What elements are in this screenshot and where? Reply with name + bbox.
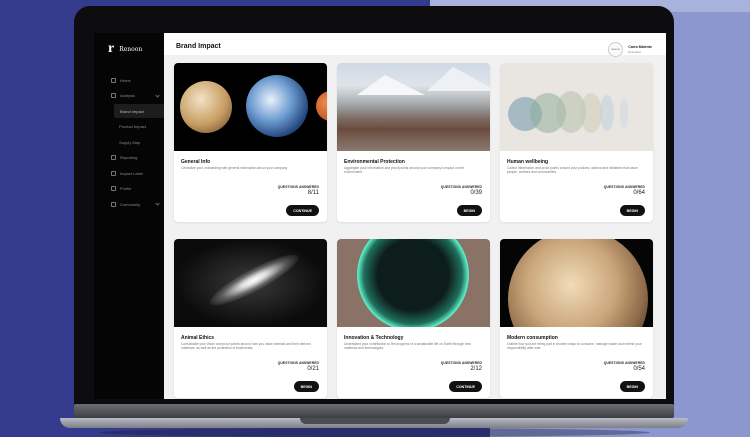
reporting-icon (111, 155, 116, 160)
community-icon (111, 201, 116, 207)
questions-count: 0/21 (307, 366, 319, 372)
card-title: Modern consumption (507, 335, 558, 341)
user-menu[interactable]: RENOON Carra Malente Executive (608, 42, 652, 57)
card-image-glowing-sphere (337, 239, 490, 327)
sidebar-item-label: Product Impact (119, 124, 146, 129)
card-description: Collect information and proof points aro… (507, 166, 638, 175)
card-image-mountains (337, 63, 490, 151)
continue-button[interactable]: CONTINUE (449, 381, 482, 392)
profile-icon (111, 186, 116, 191)
card-description: Aggregate your information and proof poi… (344, 166, 465, 175)
sidebar-item-label: Brand Impact (120, 108, 144, 114)
sidebar-item-supply-map[interactable]: Supply Map (94, 135, 164, 149)
sidebar: r Renoon Home Analysis Brand Impact Prod… (94, 33, 164, 399)
card-animal-ethics[interactable]: Animal Ethics Consolidate your vision an… (174, 239, 327, 398)
card-title: Innovation & Technology (344, 335, 404, 341)
card-description: Outline how you are being part in modern… (507, 342, 642, 351)
begin-button[interactable]: BEGIN (619, 381, 645, 392)
questions-label: QUESTIONS ANSWERED (277, 185, 319, 189)
card-modern-consumption[interactable]: Modern consumption Outline how you are b… (500, 239, 653, 398)
card-title: Human wellbeing (507, 159, 549, 165)
card-environmental-protection[interactable]: Environmental Protection Aggregate your … (337, 63, 490, 222)
begin-button[interactable]: BEGIN (293, 381, 319, 392)
circle-shape (600, 95, 614, 131)
base-hinge (74, 404, 674, 418)
card-title: Animal Ethics (181, 335, 215, 341)
home-icon (111, 77, 116, 83)
glowing-sphere (357, 239, 469, 327)
card-innovation-technology[interactable]: Innovation & Technology Understand your … (337, 239, 490, 398)
card-image-venus (500, 239, 653, 327)
questions-label: QUESTIONS ANSWERED (603, 185, 645, 189)
sidebar-item-impact-label[interactable]: Impact Label (94, 166, 164, 180)
sidebar-item-label: Community (120, 201, 141, 207)
card-description: Centralize your onboarding with general … (181, 166, 288, 170)
logo-text: Renoon (119, 45, 143, 53)
questions-count: 0/54 (633, 366, 645, 372)
questions-count: 0/64 (633, 190, 645, 196)
sidebar-item-profile[interactable]: Profile (94, 182, 164, 196)
sidebar-item-product-impact[interactable]: Product Impact (94, 120, 164, 134)
main-content: Brand Impact RENOON Carra Malente Execut… (164, 33, 666, 399)
questions-label: QUESTIONS ANSWERED (277, 361, 319, 365)
sidebar-item-label: Reporting (120, 155, 138, 160)
questions-label: QUESTIONS ANSWERED (603, 361, 645, 365)
begin-button[interactable]: BEGIN (619, 205, 645, 216)
questions-label: QUESTIONS ANSWERED (440, 361, 482, 365)
continue-button[interactable]: CONTINUE (286, 205, 319, 216)
base-shadow (100, 428, 650, 437)
label-icon (111, 170, 116, 176)
mars-planet (316, 91, 327, 121)
sidebar-item-label: Profile (120, 186, 132, 191)
sidebar-item-brand-impact[interactable]: Brand Impact (114, 104, 164, 118)
card-image-planets (174, 63, 327, 151)
user-role: Executive (628, 50, 642, 54)
venus-planet (180, 81, 232, 133)
questions-count: 0/39 (470, 190, 482, 196)
questions-count: 8/11 (307, 190, 319, 196)
laptop-base (0, 404, 750, 437)
page-title: Brand Impact (176, 43, 221, 50)
mountain-peak (427, 67, 490, 91)
questions-label: QUESTIONS ANSWERED (440, 185, 482, 189)
base-notch (300, 418, 450, 424)
sidebar-item-label: Impact Label (120, 170, 143, 176)
earth-planet (246, 75, 308, 137)
sidebar-nav: Home Analysis Brand Impact Product Impac… (94, 73, 164, 213)
sidebar-item-label: Home (120, 77, 131, 83)
planet-sphere (508, 239, 648, 327)
sidebar-item-label: Analysis (120, 93, 135, 98)
circle-shape (620, 97, 628, 129)
sidebar-item-reporting[interactable]: Reporting (94, 151, 164, 165)
card-description: Consolidate your vision and proof points… (181, 342, 311, 351)
card-image-circles (500, 63, 653, 151)
begin-button[interactable]: BEGIN (456, 205, 482, 216)
sidebar-item-label: Supply Map (119, 139, 141, 145)
sidebar-item-community[interactable]: Community (94, 197, 164, 211)
page-header: Brand Impact RENOON Carra Malente Execut… (164, 33, 666, 57)
laptop-screen: r Renoon Home Analysis Brand Impact Prod… (94, 33, 666, 399)
logo-mark: r (108, 41, 115, 56)
card-general-info[interactable]: General Info Centralize your onboarding … (174, 63, 327, 222)
card-human-wellbeing[interactable]: Human wellbeing Collect information and … (500, 63, 653, 222)
brand-logo[interactable]: r Renoon (108, 41, 142, 57)
sidebar-item-analysis[interactable]: Analysis (94, 89, 164, 103)
analysis-icon (111, 93, 116, 98)
questions-count: 2/12 (470, 366, 482, 372)
mountain-peak (357, 75, 425, 95)
sidebar-item-home[interactable]: Home (94, 73, 164, 87)
chevron-down-icon (155, 201, 160, 206)
circle-shape (580, 93, 602, 133)
galaxy-shape (204, 246, 304, 314)
card-image-galaxy (174, 239, 327, 327)
card-description: Understand your contribution to the prog… (344, 342, 471, 351)
card-title: Environmental Protection (344, 159, 405, 165)
user-info: Carra Malente Executive (628, 45, 652, 54)
avatar[interactable]: RENOON (608, 42, 624, 57)
card-title: General Info (181, 159, 211, 165)
chevron-down-icon (155, 92, 160, 98)
